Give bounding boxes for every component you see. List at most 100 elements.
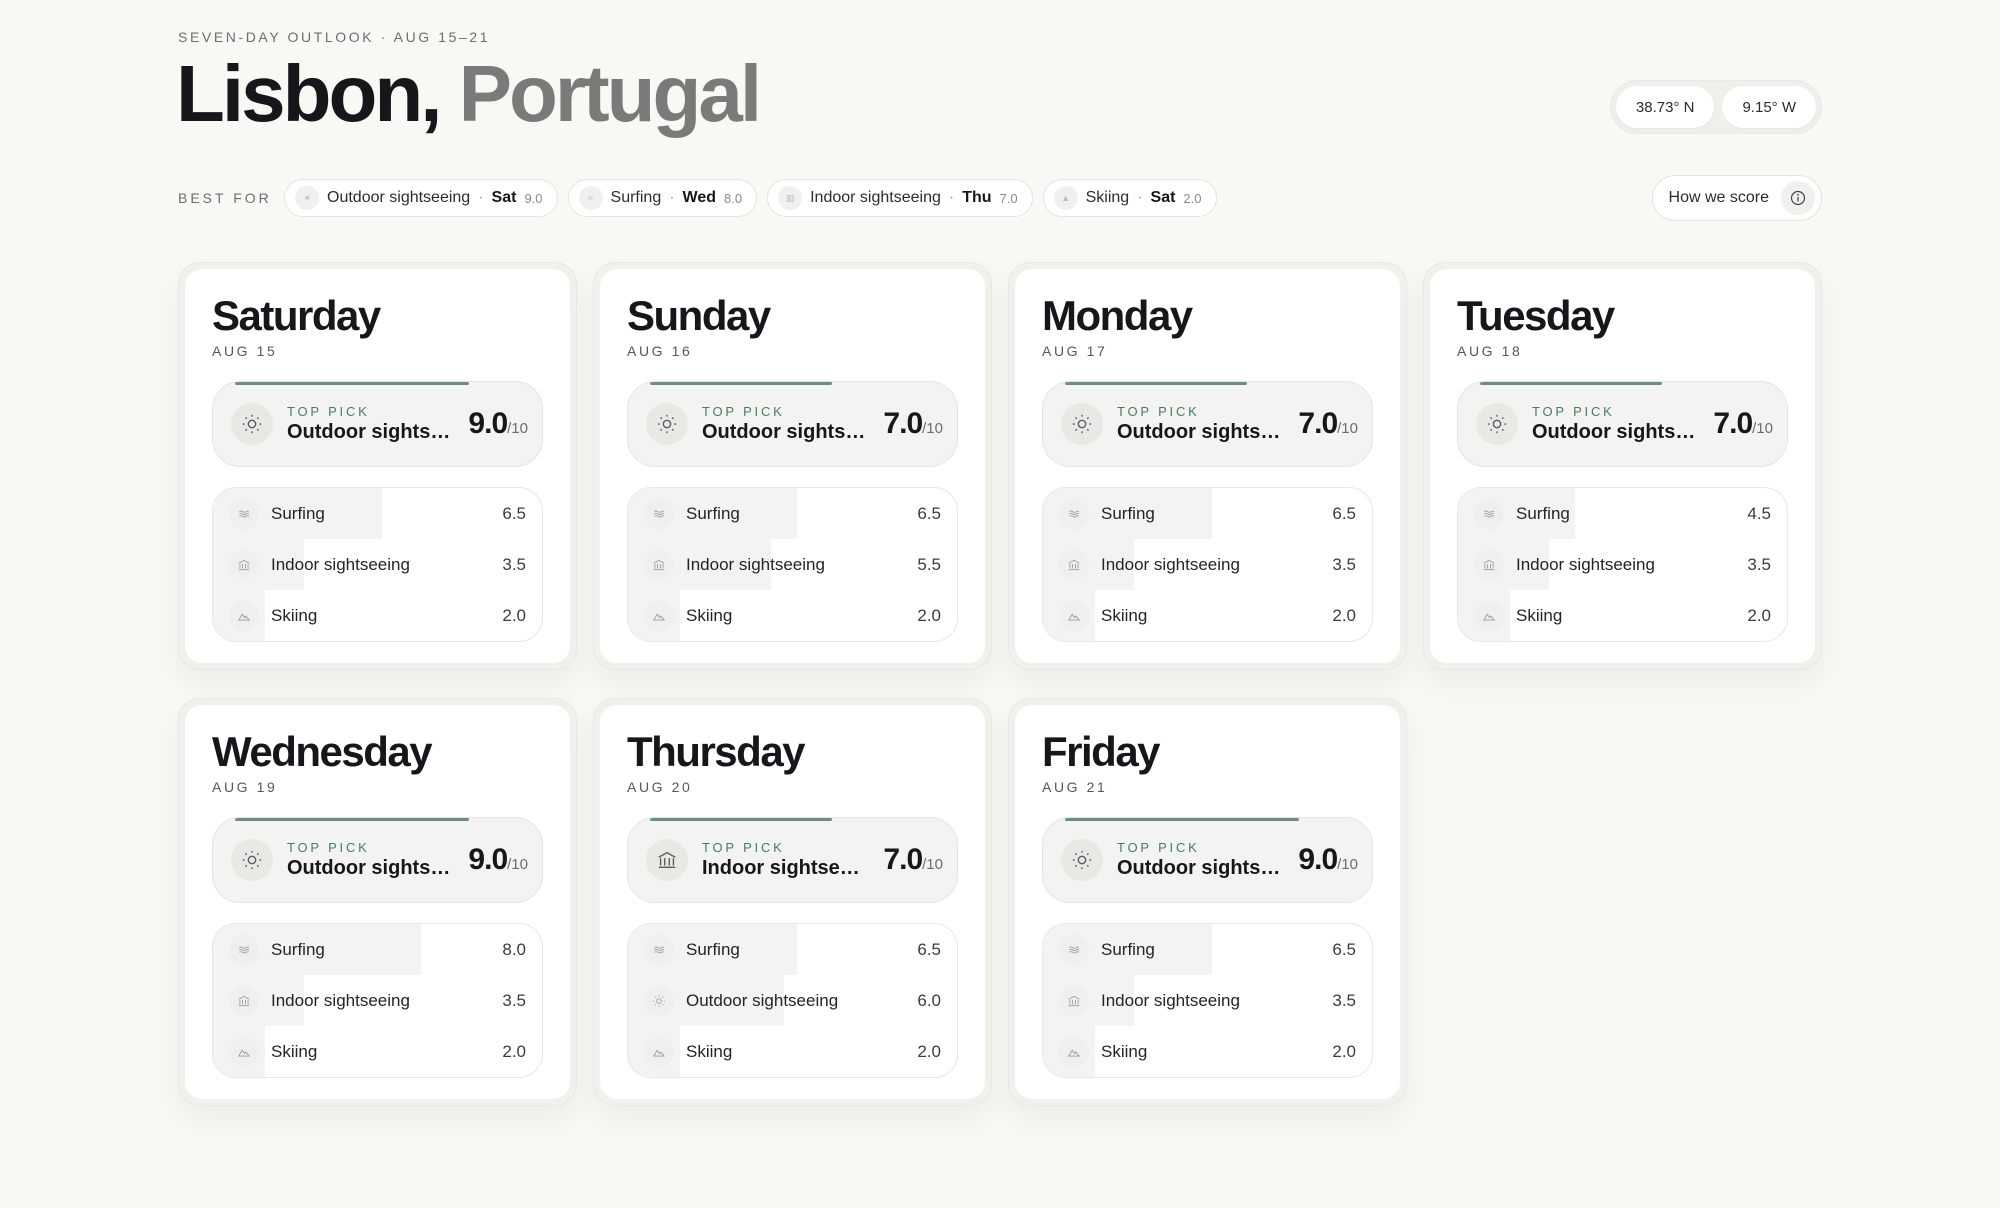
activity-name: Surfing [1516,503,1570,523]
top-pick-panel[interactable]: TOP PICK Outdoor sightseeing 9.0 /10 [212,817,543,904]
activity-row[interactable]: Surfing 6.5 [628,488,957,540]
activity-score: 3.5 [1332,990,1356,1010]
activity-row[interactable]: Outdoor sightseeing 6.0 [628,975,957,1027]
activity-row[interactable]: Indoor sightseeing 3.5 [1043,539,1372,591]
museum-icon [1059,985,1089,1016]
top-pick-score-value: 7.0 [883,843,923,877]
activity-row[interactable]: Indoor sightseeing 3.5 [1043,975,1372,1027]
activity-row[interactable]: Skiing 2.0 [1458,590,1787,642]
activity-row[interactable]: Surfing 8.0 [213,924,542,976]
top-pick-text: TOP PICK Outdoor sightseeing [1117,840,1298,880]
day-date: AUG 18 [1457,343,1523,360]
day-card-inner: Monday AUG 17 TOP PICK Outdoor sightseei… [1015,269,1400,663]
day-card-wednesday[interactable]: Wednesday AUG 19 TOP PICK Outdoor sights… [178,698,577,1106]
sun-icon: ☀ [295,186,319,210]
day-card-friday[interactable]: Friday AUG 21 TOP PICK Outdoor sightseei… [1008,698,1407,1106]
top-pick-activity: Outdoor sightseeing [702,421,867,444]
top-pick-label: TOP PICK [1117,404,1200,420]
day-name: Sunday [627,292,771,339]
top-pick-score-denominator: /10 [1752,420,1773,438]
top-pick-score-denominator: /10 [922,420,943,438]
latitude-pill[interactable]: 38.73° N [1615,86,1715,128]
activity-score: 2.0 [1332,605,1356,625]
activity-name: Skiing [686,1041,733,1061]
waves-icon [1474,498,1504,529]
chip-score: 9.0 [524,190,543,206]
activity-row[interactable]: Skiing 2.0 [1043,1026,1372,1078]
activity-row[interactable]: Skiing 2.0 [213,1026,542,1078]
top-pick-panel[interactable]: TOP PICK Outdoor sightseeing 9.0 /10 [1042,817,1373,904]
chip-activity: Surfing [610,189,662,206]
sun-icon [644,985,674,1016]
top-pick-activity: Outdoor sightseeing [1117,857,1282,880]
how-we-score-button[interactable]: How we score [1651,175,1822,221]
activity-score: 2.0 [502,605,526,625]
day-card-saturday[interactable]: Saturday AUG 15 TOP PICK Outdoor sightse… [178,262,577,670]
top-pick-text: TOP PICK Outdoor sightseeing [287,840,468,880]
day-card-thursday[interactable]: Thursday AUG 20 TOP PICK Indoor sightsee… [593,698,992,1106]
activity-row[interactable]: Indoor sightseeing 3.5 [213,539,542,591]
activity-row[interactable]: Surfing 6.5 [1043,488,1372,540]
activity-name: Indoor sightseeing [1101,990,1240,1010]
longitude-pill[interactable]: 9.15° W [1722,86,1816,128]
activity-score: 6.5 [917,939,941,959]
day-name: Thursday [627,728,806,775]
top-pick-label: TOP PICK [287,840,370,856]
day-date: AUG 15 [212,343,278,360]
activity-row[interactable]: Surfing 6.5 [628,924,957,976]
sun-icon [231,403,273,446]
activity-score: 6.5 [1332,939,1356,959]
top-pick-score-bar [235,382,469,386]
sun-icon [1476,403,1518,446]
page-title: Lisbon, Portugal [176,54,762,134]
activity-name: Skiing [271,605,318,625]
activity-score: 6.5 [502,503,526,523]
chip-score: 2.0 [1183,190,1202,206]
activity-row[interactable]: Skiing 2.0 [628,1026,957,1078]
day-card-tuesday[interactable]: Tuesday AUG 18 TOP PICK Outdoor sightsee… [1423,262,1822,670]
activity-row[interactable]: Surfing 6.5 [213,488,542,540]
activity-row[interactable]: Indoor sightseeing 3.5 [1458,539,1787,591]
activity-name: Surfing [271,503,325,523]
top-pick-panel[interactable]: TOP PICK Indoor sightseeing 7.0 /10 [627,817,958,904]
sun-icon [1061,403,1103,446]
activity-row[interactable]: Indoor sightseeing 3.5 [213,975,542,1027]
activity-row[interactable]: Surfing 4.5 [1458,488,1787,540]
waves-icon [644,934,674,965]
top-pick-panel[interactable]: TOP PICK Outdoor sightseeing 7.0 /10 [1042,381,1373,468]
top-pick-panel[interactable]: TOP PICK Outdoor sightseeing 9.0 /10 [212,381,543,468]
chip-day: Wed [682,189,717,206]
top-pick-panel[interactable]: TOP PICK Outdoor sightseeing 7.0 /10 [1457,381,1788,468]
activity-row[interactable]: Skiing 2.0 [628,590,957,642]
activity-score: 3.5 [1747,554,1771,574]
sun-icon [231,839,273,882]
best-for-chip-indoor[interactable]: ▥ Indoor sightseeing · Thu 7.0 [767,179,1033,217]
museum-icon [1474,549,1504,580]
waves-icon [1059,498,1089,529]
best-for-chip-skiing[interactable]: ▲ Skiing · Sat 2.0 [1042,179,1217,217]
best-for-chip-surfing[interactable]: ≈ Surfing · Wed 8.0 [567,179,758,217]
day-date: AUG 21 [1042,779,1108,796]
day-date: AUG 17 [1042,343,1108,360]
activity-name: Outdoor sightseeing [686,990,839,1010]
day-card-inner: Thursday AUG 20 TOP PICK Indoor sightsee… [600,705,985,1099]
chip-day: Thu [962,189,992,206]
day-card-monday[interactable]: Monday AUG 17 TOP PICK Outdoor sightseei… [1008,262,1407,670]
top-pick-score: 9.0 /10 [468,407,528,441]
activity-row[interactable]: Surfing 6.5 [1043,924,1372,976]
top-pick-score-denominator: /10 [922,856,943,874]
top-pick-score-value: 7.0 [1298,407,1338,441]
day-cards-grid: Saturday AUG 15 TOP PICK Outdoor sightse… [178,262,1822,1106]
activity-score: 6.0 [917,990,941,1010]
mountain-icon [229,600,259,631]
activity-row[interactable]: Skiing 2.0 [1043,590,1372,642]
top-pick-panel[interactable]: TOP PICK Outdoor sightseeing 7.0 /10 [627,381,958,468]
activity-score: 2.0 [502,1041,526,1061]
activity-row[interactable]: Skiing 2.0 [213,590,542,642]
activity-list: Surfing 6.5 Indoor sightseeing 3.5 Skiin… [1042,487,1373,643]
activity-list: Surfing 4.5 Indoor sightseeing 3.5 Skiin… [1457,487,1788,643]
best-for-chip-outdoor[interactable]: ☀ Outdoor sightseeing · Sat 9.0 [284,179,558,217]
day-card-sunday[interactable]: Sunday AUG 16 TOP PICK Outdoor sightseei… [593,262,992,670]
museum-icon [229,549,259,580]
activity-row[interactable]: Indoor sightseeing 5.5 [628,539,957,591]
